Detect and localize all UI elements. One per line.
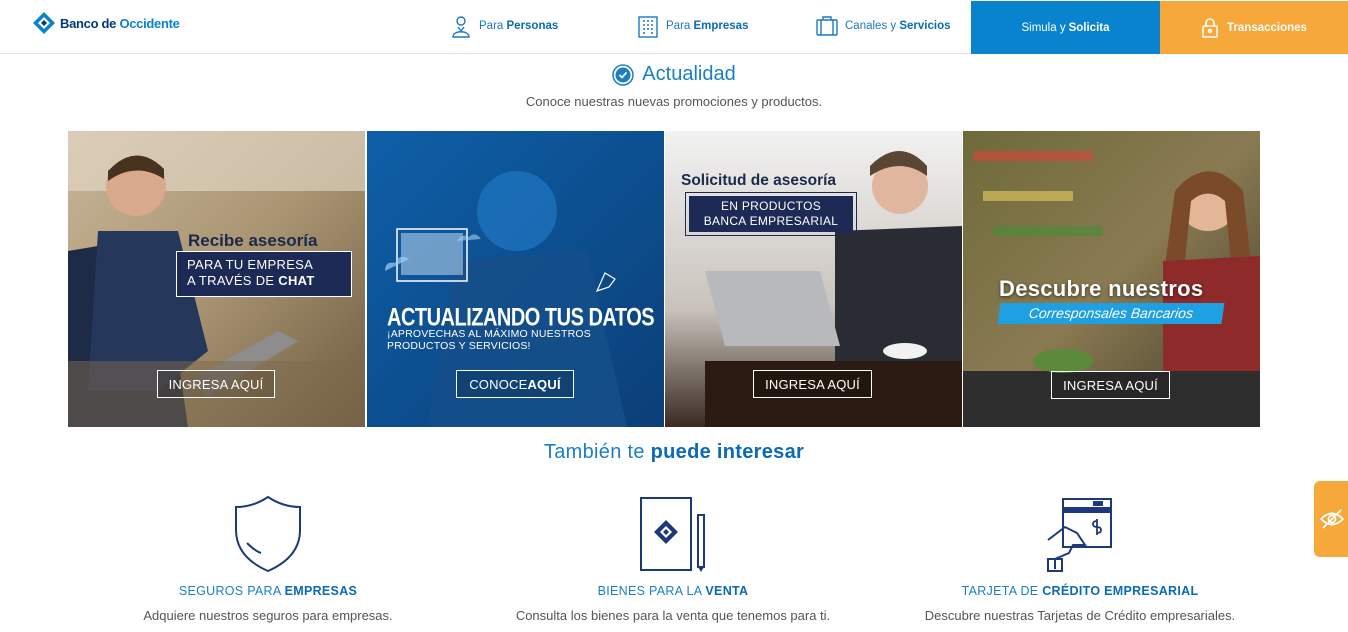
feature-bienes-desc: Consulta los bienes para la venta que te…	[515, 608, 831, 623]
credit-card-hand-icon	[1047, 498, 1112, 572]
nav-para-empresas[interactable]: Para Empresas	[636, 14, 748, 38]
ingresa-aqui-button[interactable]: INGRESA AQUÍ	[157, 370, 275, 398]
notebook-icon	[640, 497, 705, 572]
promo-card-asesoria[interactable]: Solicitud de asesoría EN PRODUCTOS BANCA …	[665, 131, 962, 427]
card-corresponsales-subtitle: Corresponsales Bancarios	[997, 303, 1225, 324]
building-icon	[638, 16, 658, 38]
logo-mark-icon	[33, 12, 55, 34]
lock-icon	[1202, 17, 1218, 38]
feature-tarjeta-title[interactable]: TARJETA DE CRÉDITO EMPRESARIAL	[880, 584, 1280, 598]
promo-card-corresponsales[interactable]: Descubre nuestros Corresponsales Bancari…	[963, 131, 1260, 427]
feature-seguros-desc: Adquiere nuestros seguros para empresas.	[143, 608, 393, 623]
ingresa-aqui-button[interactable]: INGRESA AQUÍ	[1051, 371, 1170, 399]
promo-card-chat[interactable]: Recibe asesoría PARA TU EMPRESA A TRAVÉS…	[68, 131, 365, 427]
card-chat-title: Recibe asesoría	[188, 231, 318, 250]
section-subtitle: Conoce nuestras nuevas promociones y pro…	[525, 94, 823, 109]
site-header: Banco de Occidente Para Personas Para Em…	[0, 0, 1348, 54]
eye-hidden-icon	[1319, 509, 1345, 529]
nav-canales-servicios[interactable]: Canales y Servicios	[815, 14, 951, 38]
accessibility-tab[interactable]	[1314, 481, 1348, 557]
feature-bienes-title[interactable]: BIENES PARA LA VENTA	[473, 584, 873, 598]
also-interest-heading: También te puede interesar	[543, 441, 805, 463]
card-asesoria-box: EN PRODUCTOS BANCA EMPRESARIAL	[685, 192, 857, 236]
brand-logo[interactable]: Banco de Occidente	[32, 11, 180, 35]
section-title-actualidad: Actualidad	[0, 63, 1348, 86]
feature-seguros-title[interactable]: SEGUROS PARA EMPRESAS	[68, 584, 468, 598]
card-asesoria-title: Solicitud de asesoría	[681, 172, 837, 189]
ingresa-aqui-button[interactable]: INGRESA AQUÍ	[753, 370, 872, 398]
person-icon	[452, 16, 470, 38]
briefcase-icon	[816, 16, 838, 36]
promo-card-actualizar-datos[interactable]: ACTUALIZANDO TUS DATOS ¡APROVECHAS AL MÁ…	[367, 131, 664, 427]
feature-seguros[interactable]: SEGUROS PARA EMPRESAS Adquiere nuestros …	[68, 495, 468, 623]
shield-icon	[235, 495, 301, 573]
feature-bienes[interactable]: BIENES PARA LA VENTA Consulta los bienes…	[473, 495, 873, 623]
feature-tarjeta-desc: Descubre nuestras Tarjetas de Crédito em…	[924, 608, 1236, 623]
check-circle-icon	[612, 63, 635, 86]
card-chat-box: PARA TU EMPRESA A TRAVÉS DE CHAT	[176, 251, 352, 297]
card-corresponsales-title: Descubre nuestros	[999, 276, 1204, 301]
transacciones-button[interactable]: Transacciones	[1160, 1, 1348, 54]
conoce-aqui-button[interactable]: CONOCE AQUÍ	[456, 370, 574, 398]
nav-para-personas[interactable]: Para Personas	[449, 14, 558, 38]
feature-tarjeta[interactable]: TARJETA DE CRÉDITO EMPRESARIAL Descubre …	[880, 495, 1280, 623]
brand-name: Banco de Occidente	[60, 15, 180, 31]
card-datos-subtitle: ¡APROVECHAS AL MÁXIMO NUESTROS PRODUCTOS…	[387, 328, 591, 352]
simula-solicita-button[interactable]: Simula y Solicita	[971, 1, 1160, 54]
